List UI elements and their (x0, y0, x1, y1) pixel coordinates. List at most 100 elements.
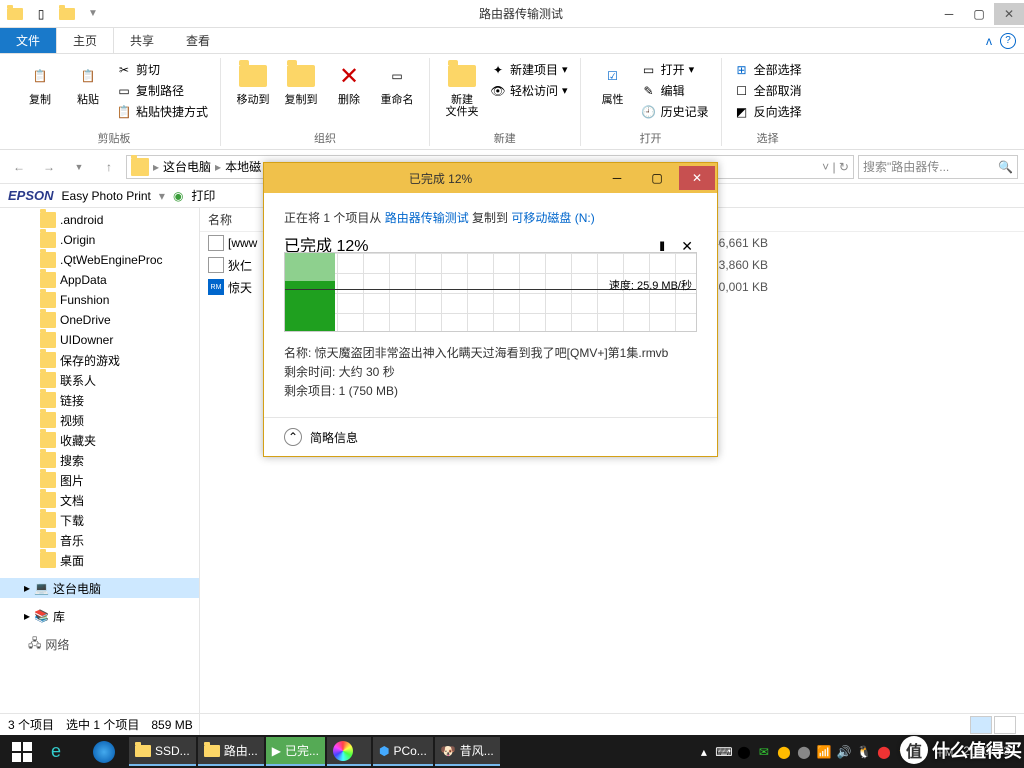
tree-item[interactable]: OneDrive (0, 310, 199, 330)
qat-dropdown-icon[interactable]: ▼ (82, 3, 104, 25)
tree-item[interactable]: .QtWebEngineProc (0, 250, 199, 270)
qq-icon[interactable]: 🐧 (855, 743, 873, 761)
edit-button[interactable]: ✎编辑 (637, 81, 713, 100)
taskbar-app-3[interactable]: 🐶昔风... (435, 737, 500, 766)
tree-item[interactable]: 视频 (0, 410, 199, 430)
dialog-minimize-button[interactable]: ─ (599, 166, 635, 190)
forward-button[interactable]: → (36, 154, 62, 180)
paste-shortcut-button[interactable]: 📋粘贴快捷方式 (112, 102, 212, 121)
tree-item[interactable]: 文档 (0, 490, 199, 510)
print-button[interactable]: 打印 (191, 187, 215, 204)
tree-item[interactable]: 搜索 (0, 450, 199, 470)
close-button[interactable]: ✕ (994, 3, 1024, 25)
speed-graph: 速度: 25.9 MB/秒 (284, 252, 697, 332)
print-icon[interactable]: ◉ (173, 189, 183, 203)
taskbar-explorer-2[interactable]: 路由... (198, 737, 264, 766)
taskbar-copy-dialog[interactable]: ▶已完... (266, 737, 325, 766)
copyto-button[interactable]: 复制到 (277, 58, 325, 108)
tree-network[interactable]: 🖧网络 (0, 634, 199, 654)
volume-icon[interactable]: 🔊 (835, 743, 853, 761)
search-input[interactable]: 搜索"路由器传... 🔍 (858, 155, 1018, 179)
tree-item[interactable]: .android (0, 210, 199, 230)
moveto-button[interactable]: 移动到 (229, 58, 277, 108)
taskbar-app-2[interactable]: ⬢PCo... (373, 737, 433, 766)
copy-button[interactable]: 📋复制 (16, 58, 64, 108)
copy-path-button[interactable]: ▭复制路径 (112, 81, 212, 100)
tree-item[interactable]: 收藏夹 (0, 430, 199, 450)
delete-button[interactable]: ✕删除 (325, 58, 373, 108)
selectall-button[interactable]: ⊞全部选择 (730, 60, 806, 79)
tree-item[interactable]: 链接 (0, 390, 199, 410)
delete-icon: ✕ (333, 60, 365, 92)
help-icon[interactable]: ? (1000, 33, 1016, 49)
folder-tree[interactable]: .android.Origin.QtWebEngineProcAppDataFu… (0, 208, 200, 738)
tab-file[interactable]: 文件 (0, 28, 56, 53)
expand-button[interactable]: ⌃ (284, 428, 302, 446)
maximize-button[interactable]: ▢ (964, 3, 994, 25)
tree-item[interactable]: Funshion (0, 290, 199, 310)
recent-button[interactable]: ▼ (66, 154, 92, 180)
epson-logo: EPSON (8, 188, 54, 203)
newfolder-button[interactable]: 新建 文件夹 (438, 58, 486, 120)
tree-item[interactable]: UIDowner (0, 330, 199, 350)
view-details-button[interactable] (970, 716, 992, 734)
view-icons-button[interactable] (994, 716, 1016, 734)
qat-properties-icon[interactable]: ▯ (30, 3, 52, 25)
taskbar-explorer-1[interactable]: SSD... (129, 737, 196, 766)
copy-from-to: 正在将 1 个项目从 路由器传输测试 复制到 可移动磁盘 (N:) (284, 209, 697, 226)
paste-button[interactable]: 📋粘贴 (64, 58, 112, 108)
rename-button[interactable]: ▭重命名 (373, 58, 421, 108)
back-button[interactable]: ← (6, 154, 32, 180)
tree-item[interactable]: .Origin (0, 230, 199, 250)
tab-view[interactable]: 查看 (170, 28, 226, 53)
group-organize: 组织 (314, 130, 336, 146)
watermark: 值 什么值得买 (900, 736, 1022, 764)
dialog-close-button[interactable]: ✕ (679, 166, 715, 190)
tab-home[interactable]: 主页 (56, 28, 114, 53)
minimize-button[interactable]: ─ (934, 3, 964, 25)
dst-link[interactable]: 可移动磁盘 (N:) (511, 211, 594, 225)
history-button[interactable]: 🕘历史记录 (637, 102, 713, 121)
ribbon-collapse-icon[interactable]: ʌ (986, 34, 992, 48)
taskbar-app-1[interactable] (327, 737, 371, 766)
qat-newfolder-icon[interactable] (56, 3, 78, 25)
brief-info-button[interactable]: 简略信息 (310, 429, 358, 446)
src-link[interactable]: 路由器传输测试 (385, 211, 469, 225)
history-icon: 🕘 (641, 104, 657, 120)
start-button[interactable] (0, 735, 44, 768)
taskbar-ie[interactable]: e (45, 737, 85, 766)
tree-item[interactable]: 音乐 (0, 530, 199, 550)
tray-overflow-icon[interactable]: ▴ (695, 743, 713, 761)
network-icon[interactable]: 📶 (815, 743, 833, 761)
tree-library[interactable]: ▸📚库 (0, 606, 199, 626)
tree-item[interactable]: AppData (0, 270, 199, 290)
tree-this-pc[interactable]: ▸💻这台电脑 (0, 578, 199, 598)
easyaccess-button[interactable]: 👁轻松访问 ▾ (486, 81, 572, 100)
tree-item[interactable]: 联系人 (0, 370, 199, 390)
properties-button[interactable]: ☑属性 (589, 58, 637, 108)
invert-button[interactable]: ◩反向选择 (730, 102, 806, 121)
dialog-maximize-button[interactable]: ▢ (639, 166, 675, 190)
keyboard-icon[interactable]: ⌨ (715, 743, 733, 761)
newitem-button[interactable]: ✦新建项目 ▾ (486, 60, 572, 79)
tray-icon[interactable]: ⬤ (735, 743, 753, 761)
wechat-icon[interactable]: ✉ (755, 743, 773, 761)
open-button[interactable]: ▭打开 ▾ (637, 60, 713, 79)
group-clipboard: 剪贴板 (98, 130, 131, 146)
tree-item[interactable]: 保存的游戏 (0, 350, 199, 370)
up-button[interactable]: ↑ (96, 154, 122, 180)
selectnone-button[interactable]: ☐全部取消 (730, 81, 806, 100)
tray-icon[interactable]: ⬤ (795, 743, 813, 761)
copy-dialog: 已完成 12% ─ ▢ ✕ 正在将 1 个项目从 路由器传输测试 复制到 可移动… (263, 162, 718, 457)
tray-icon[interactable]: ⬤ (775, 743, 793, 761)
tab-share[interactable]: 共享 (114, 28, 170, 53)
group-open: 打开 (640, 130, 662, 146)
tree-item[interactable]: 下载 (0, 510, 199, 530)
tree-item[interactable]: 图片 (0, 470, 199, 490)
cut-button[interactable]: ✂剪切 (112, 60, 212, 79)
crumb-item[interactable]: 本地磁 (225, 158, 261, 175)
taskbar-browser[interactable] (87, 737, 127, 766)
crumb-item[interactable]: 这台电脑 (163, 158, 211, 175)
tray-icon[interactable]: ⬤ (875, 743, 893, 761)
tree-item[interactable]: 桌面 (0, 550, 199, 570)
